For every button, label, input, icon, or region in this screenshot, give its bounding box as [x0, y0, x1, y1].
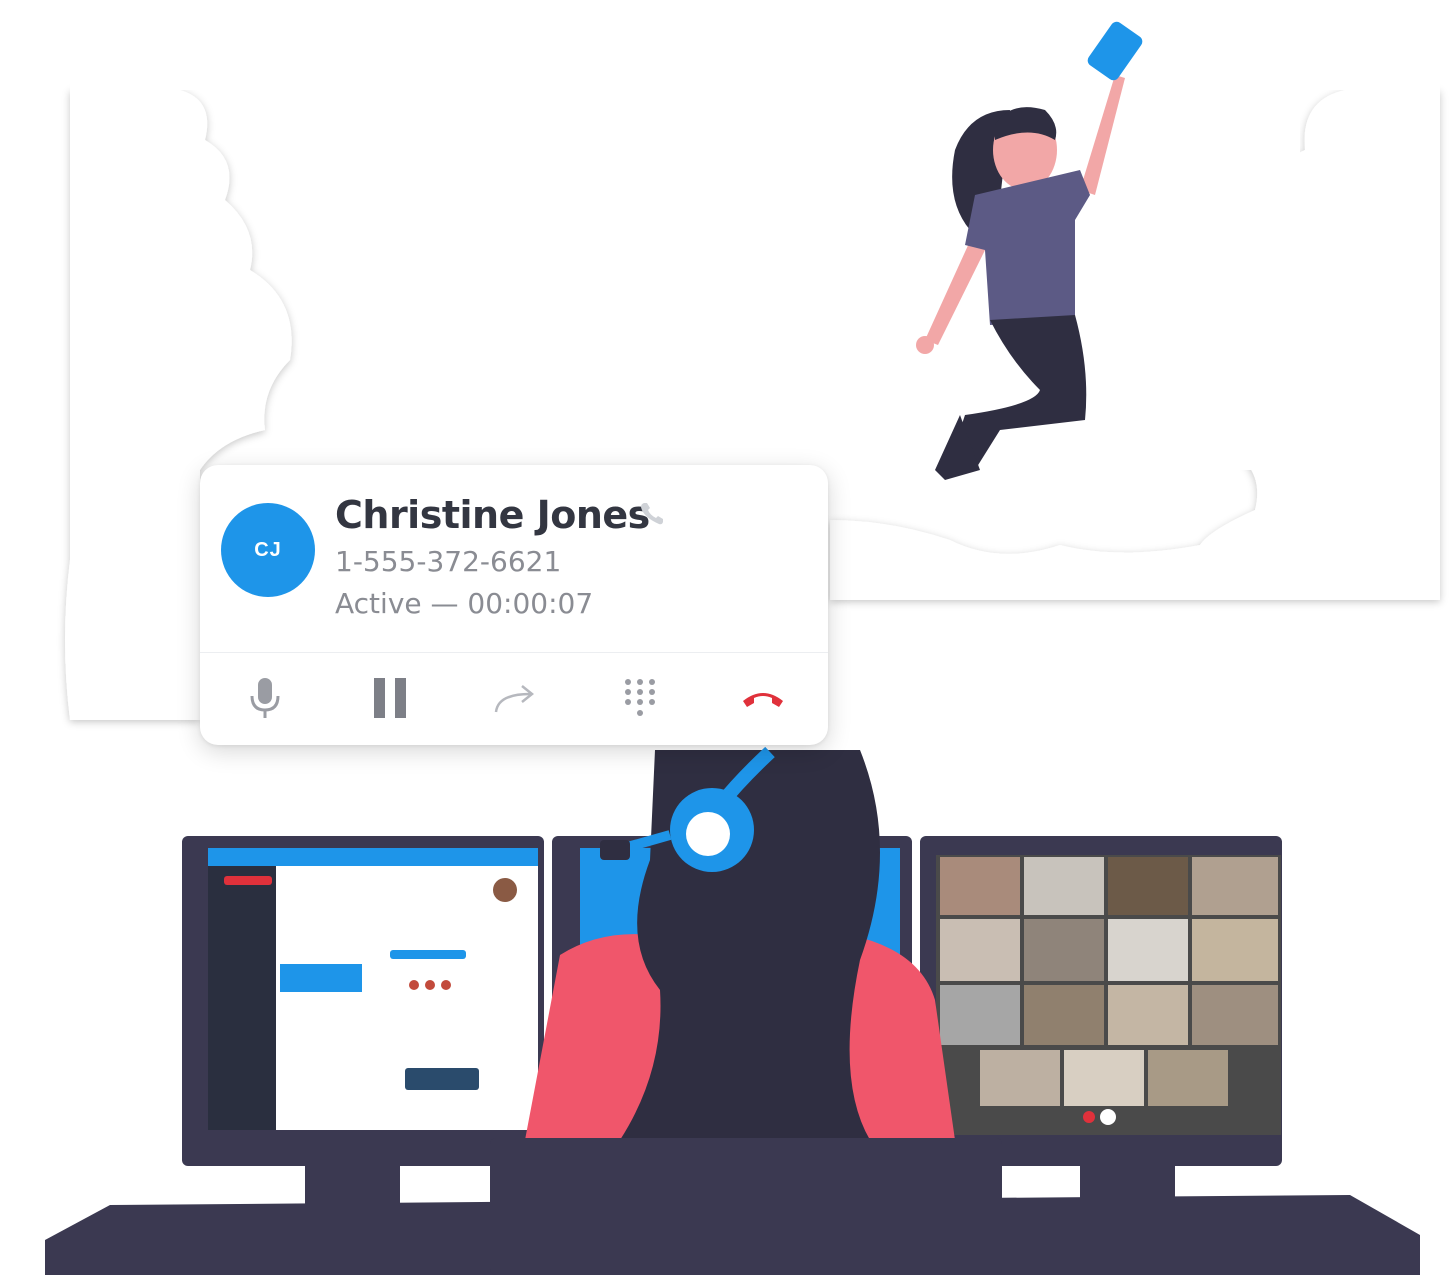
hang-up-icon: [743, 693, 783, 707]
hang-up-button[interactable]: [733, 668, 793, 728]
pause-icon: [374, 678, 406, 718]
call-status: Active — 00:00:07: [335, 587, 594, 620]
caller-phone-number: 1-555-372-6621: [335, 545, 562, 578]
transfer-button[interactable]: [485, 668, 545, 728]
phone-icon: [641, 503, 663, 525]
hold-button[interactable]: [360, 668, 420, 728]
microphone-icon: [250, 678, 280, 718]
dialpad-icon: [625, 679, 655, 716]
active-call-card: CJ Christine Jones 1-555-372-6621 Active…: [200, 465, 828, 745]
avatar-initials: CJ: [254, 538, 282, 561]
caller-avatar: CJ: [221, 503, 315, 597]
forward-arrow-icon: [494, 685, 535, 713]
mute-button[interactable]: [235, 668, 295, 728]
caller-name: Christine Jones: [335, 493, 650, 537]
keypad-button[interactable]: [610, 668, 670, 728]
left-monitor: [182, 836, 544, 1205]
headset-woman: [490, 746, 1002, 1275]
call-controls: [200, 660, 828, 735]
divider: [200, 652, 828, 653]
